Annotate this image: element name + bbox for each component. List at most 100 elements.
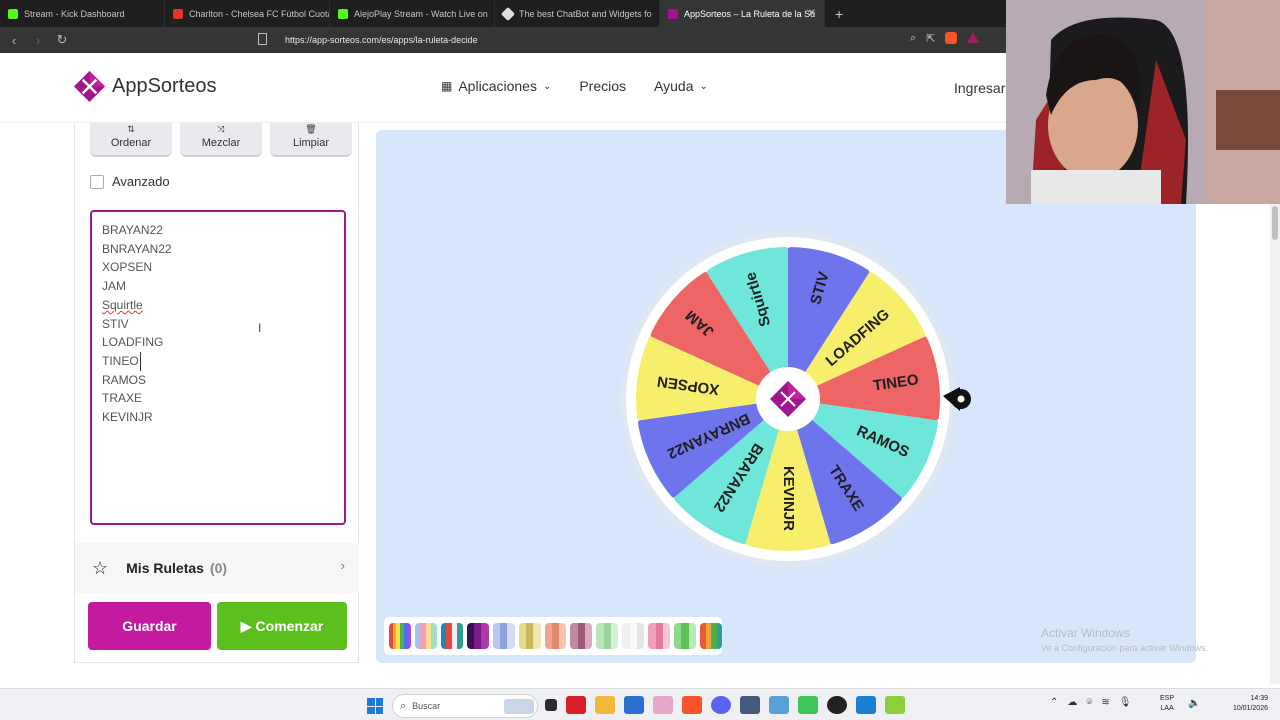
chevron-down-icon: ⌄ (542, 80, 552, 92)
palette-swatch[interactable] (389, 623, 411, 649)
windows-start-icon[interactable] (367, 698, 383, 714)
wheel-peg (786, 244, 790, 248)
main-nav: ▦ Aplicaciones ⌄ Precios Ayuda ⌄ (441, 78, 708, 94)
task-view-icon[interactable] (545, 699, 557, 711)
share-icon[interactable]: ⇱ (926, 32, 935, 45)
windows-taskbar: ⌕ Buscar ⌃ ☁ ⌾ ≋ 🎙 ESP LAA 🔈 14:39 10/01/2… (0, 688, 1280, 720)
onedrive-icon[interactable]: ☁ (1067, 697, 1077, 708)
sort-label: Ordenar (110, 137, 152, 149)
logo[interactable]: AppSorteos (73, 70, 217, 103)
taskbar-search[interactable]: ⌕ Buscar (392, 694, 538, 718)
wheel-peg (937, 418, 942, 423)
palette-swatch[interactable] (414, 623, 437, 649)
entries-textarea[interactable]: BRAYAN22 BNRAYAN22 XOPSEN JAM Squirtle S… (90, 210, 346, 525)
entry-line: STIV (102, 316, 129, 331)
start-label: Comenzar (255, 618, 324, 634)
tab-title: Stream - Kick Dashboard (24, 8, 125, 19)
wifi-icon[interactable]: ≋ (1101, 697, 1109, 708)
brave-shield-icon[interactable] (945, 32, 958, 44)
palette-swatch[interactable] (544, 623, 567, 649)
palette-swatch[interactable] (622, 623, 645, 649)
chatbot-favicon-icon (500, 6, 516, 21)
discord-icon[interactable] (711, 696, 731, 714)
chevron-up-icon[interactable]: ⌃ (1050, 697, 1058, 708)
network-icon[interactable]: ⌾ (1086, 697, 1092, 708)
browser-tab-alejoplay[interactable]: AlejoPlay Stream - Watch Live on (330, 0, 495, 27)
entry-line: RAMOS (102, 372, 147, 387)
zoom-icon[interactable]: ⌕ (910, 32, 916, 45)
palette-swatch[interactable] (674, 623, 697, 649)
sort-icon: ⇅ (127, 124, 135, 134)
shuffle-icon: ⤨ (217, 124, 225, 134)
browser-tab-appsorteos[interactable]: AppSorteos – La Ruleta de la Su ✕ (660, 0, 825, 27)
bluestacks-icon[interactable] (885, 696, 905, 714)
new-tab-icon[interactable]: + (835, 6, 843, 22)
bookmark-icon[interactable] (258, 33, 267, 45)
wps-icon[interactable] (566, 696, 586, 714)
calculator-icon[interactable] (740, 696, 760, 714)
scrollbar-thumb[interactable] (1272, 206, 1278, 240)
clock[interactable]: 14:39 10/01/2026 (1224, 694, 1268, 714)
nav-prices[interactable]: Precios (579, 78, 626, 94)
microphone-icon[interactable]: 🎙 (1119, 697, 1132, 708)
capcut-icon[interactable] (856, 696, 876, 714)
shuffle-button[interactable]: ⤨ Mezclar (180, 123, 262, 157)
nav-help-label: Ayuda (654, 78, 694, 94)
file-explorer-icon[interactable] (595, 696, 615, 714)
grid-icon: ▦ (441, 79, 453, 93)
obs-icon[interactable] (827, 696, 847, 714)
entry-line: LOADFING (102, 335, 164, 350)
language-indicator[interactable]: ESP LAA (1160, 694, 1174, 714)
palette-swatch[interactable] (648, 623, 671, 649)
palette-swatch[interactable] (596, 623, 619, 649)
close-tab-icon[interactable]: ✕ (808, 8, 816, 19)
palette-swatch[interactable] (518, 623, 541, 649)
sort-button[interactable]: ⇅ Ordenar (90, 123, 172, 157)
palette-swatch[interactable] (466, 623, 489, 649)
entry-line: BNRAYAN22 (102, 241, 172, 256)
palette-swatch[interactable] (492, 623, 515, 649)
search-highlight-icon (504, 699, 534, 714)
forward-icon[interactable]: › (28, 33, 48, 48)
brave-icon[interactable] (682, 696, 702, 714)
spin-wheel[interactable]: STIVLOADFINGTINEORAMOSTRAXEKEVINJRBRAYAN… (613, 224, 971, 574)
star-icon: ☆ (92, 557, 109, 578)
login-link[interactable]: Ingresar (954, 80, 1005, 96)
url-field[interactable]: https://app-sorteos.com/es/apps/la-rulet… (285, 27, 478, 53)
back-icon[interactable]: ‹ (4, 33, 24, 48)
search-icon: ⌕ (400, 699, 407, 712)
store-icon[interactable] (624, 696, 644, 714)
advanced-label: Avanzado (112, 174, 170, 189)
browser-tab-chelsea[interactable]: Charlton - Chelsea FC Fútbol Cuotas (165, 0, 330, 27)
clear-label: Limpiar (292, 137, 330, 149)
taskbar-apps (545, 696, 905, 714)
appsorteos-favicon-icon (668, 8, 678, 19)
wheel-peg (646, 333, 651, 338)
browser-active-icon[interactable] (653, 696, 673, 714)
chevron-down-icon: ⌄ (699, 80, 708, 92)
palette-swatch[interactable] (570, 623, 593, 649)
clear-button[interactable]: 🗑 Limpiar (270, 123, 352, 157)
nav-apps[interactable]: ▦ Aplicaciones ⌄ (441, 78, 551, 94)
reload-icon[interactable]: ↻ (52, 32, 72, 48)
advanced-option[interactable]: Avanzado (90, 174, 170, 189)
color-palette (384, 617, 722, 655)
whatsapp-icon[interactable] (798, 696, 818, 714)
advanced-checkbox[interactable] (90, 174, 104, 189)
browser-tab-chatbot[interactable]: The best ChatBot and Widgets fo (495, 0, 660, 27)
brave-rewards-icon[interactable] (967, 32, 980, 43)
tab-title: AppSorteos – La Ruleta de la Su (684, 8, 816, 19)
browser-tab-kick[interactable]: Stream - Kick Dashboard (0, 0, 165, 27)
palette-swatch[interactable] (440, 623, 463, 649)
page-scrollbar[interactable] (1270, 204, 1280, 684)
speaker-icon[interactable]: 🔈 (1188, 698, 1200, 709)
chevron-right-icon: › (340, 558, 345, 573)
start-button[interactable]: ▶ Comenzar (217, 602, 347, 650)
my-wheels-row[interactable]: ☆ Mis Ruletas (0) › (75, 543, 359, 593)
save-button[interactable]: Guardar (88, 602, 211, 650)
palette-swatch[interactable] (700, 623, 722, 649)
wheel-peg (703, 268, 708, 273)
photos-icon[interactable] (769, 696, 789, 714)
nav-help[interactable]: Ayuda ⌄ (654, 78, 708, 94)
wheel-peg (925, 333, 930, 338)
